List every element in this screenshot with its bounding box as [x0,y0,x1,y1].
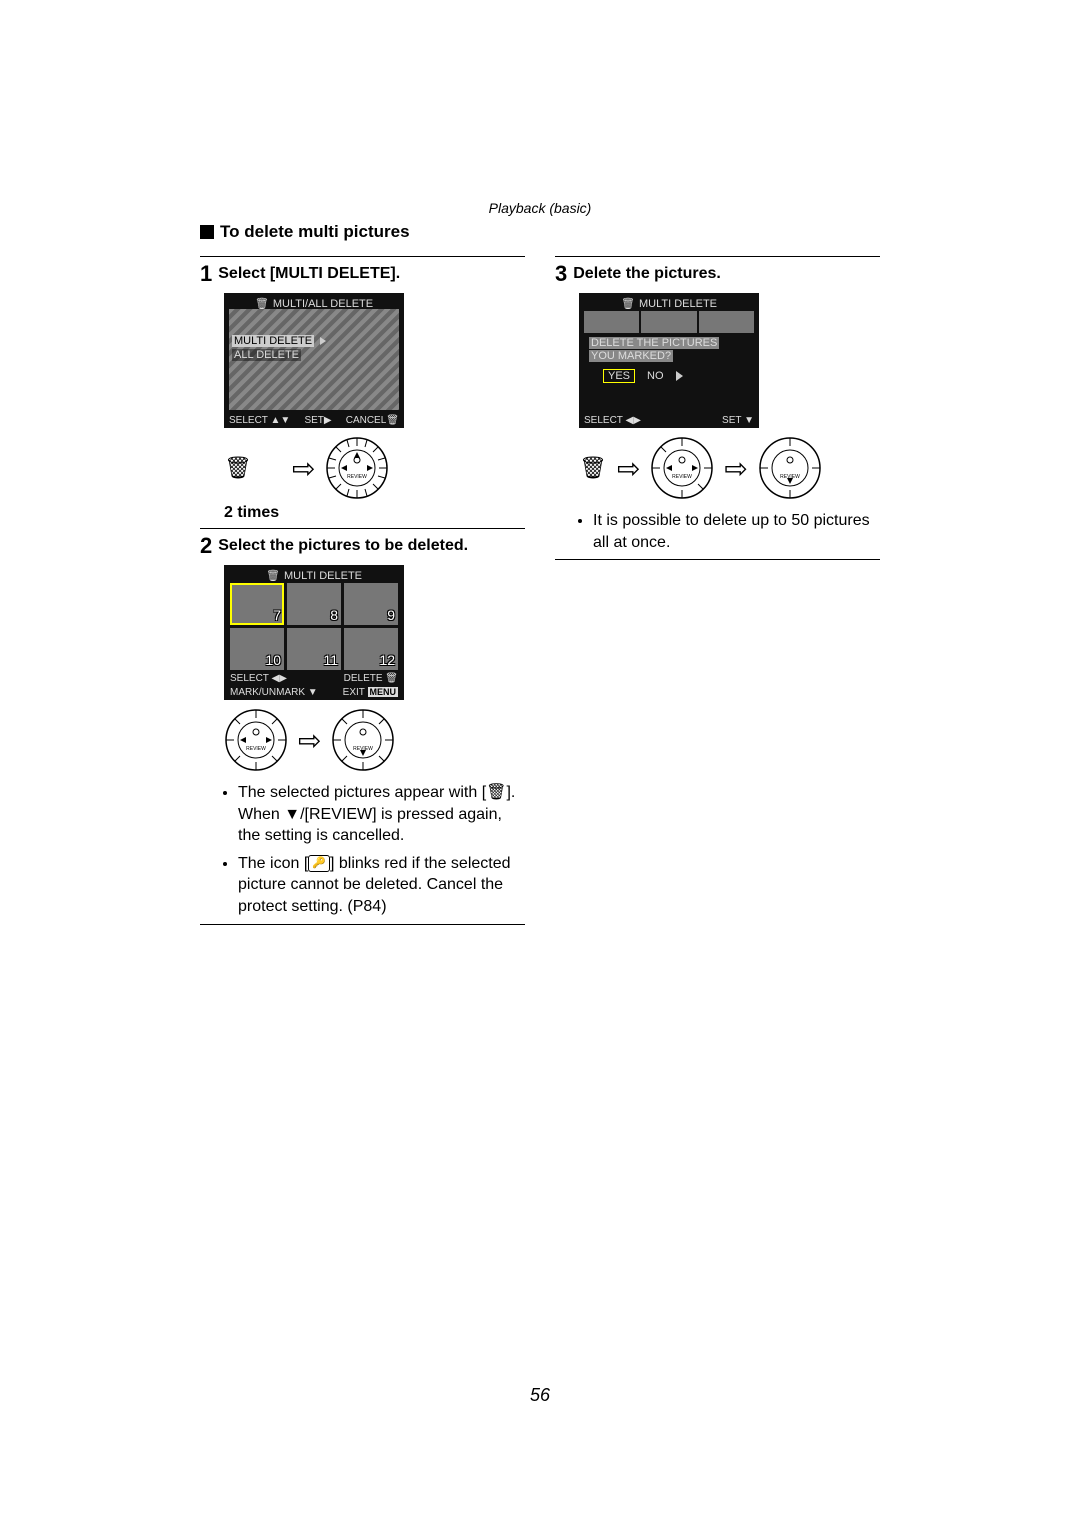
step-1-header: 1 Select [MULTI DELETE]. [200,263,525,285]
thumbnail: 11 [287,628,341,670]
step-2-header: 2 Select the pictures to be deleted. [200,535,525,557]
svg-text:REVIEW: REVIEW [673,474,693,480]
trash-icon: 🗑 [486,782,506,804]
review-label: REVIEW [348,474,368,480]
left-column: 1 Select [MULTI DELETE]. 🗑 MULTI/ALL DEL… [200,250,525,931]
thumbnail: 8 [287,583,341,625]
control-dial: REVIEW [224,708,288,772]
updown-icon: ▲▼ [268,415,291,426]
step-title: Select [MULTI DELETE]. [218,263,400,283]
divider [200,924,525,925]
divider [200,528,525,529]
chapter-label: Playback (basic) [200,200,880,216]
divider [555,559,880,560]
thumbnail: 9 [344,583,398,625]
lcd3-title: 🗑 MULTI DELETE [584,297,754,310]
svg-text:REVIEW: REVIEW [246,746,266,752]
down-icon: ▼ [744,415,754,426]
step3-notes: It is possible to delete up to 50 pictur… [579,510,880,553]
lcd2-title: 🗑 MULTI DELETE [229,569,399,582]
lcd3-message: DELETE THE PICTURES YOU MARKED? [589,337,719,363]
heading-text: To delete multi pictures [220,222,410,242]
arrow-right-icon: ⇨ [292,452,315,485]
step2-controls: REVIEW ⇨ [224,708,525,772]
menu-badge: MENU [368,687,399,697]
down-icon: ▼ [308,687,318,698]
lcd3-thumb-strip [584,311,754,333]
note-item: It is possible to delete up to 50 pictur… [593,510,880,553]
step-title: Delete the pictures. [573,263,721,283]
leftright-icon: ◀▶ [272,673,287,684]
step-3-header: 3 Delete the pictures. [555,263,880,285]
lcd2-footer-row2: MARK/UNMARK ▼ EXIT MENU [230,687,398,698]
trash-icon: 🗑 [224,457,252,479]
two-times-label: 2 times [224,504,525,522]
no-option: NO [647,370,664,382]
note-item: The selected pictures appear with [🗑]. W… [238,782,525,847]
lcd1-footer: SELECT ▲▼ SET▶ CANCEL🗑 [229,415,399,426]
trash-icon: 🗑 [266,569,280,582]
svg-text:REVIEW: REVIEW [354,746,374,752]
control-dial: REVIEW [758,436,822,500]
lcd1-option-multi: MULTI DELETE [232,335,314,347]
lcd-screen-3: 🗑 MULTI DELETE DELETE THE PICTURES YOU M… [579,293,759,428]
control-dial: REVIEW [331,708,395,772]
page-number: 56 [0,1385,1080,1406]
lcd1-option-all: ALL DELETE [232,349,301,361]
thumbnail: 12 [344,628,398,670]
trash-icon: 🗑 [579,457,607,479]
control-dial: REVIEW [325,436,389,500]
divider [200,256,525,257]
thumbnail: 7 [230,583,284,625]
step-title: Select the pictures to be deleted. [218,535,468,555]
divider [555,256,880,257]
note-item: The icon [🔑] blinks red if the selected … [238,853,525,918]
svg-text:REVIEW: REVIEW [780,474,800,480]
trash-icon: 🗑 [386,415,399,426]
arrow-right-icon: ⇨ [298,724,321,757]
lcd-screen-2: 🗑 MULTI DELETE 🗑 7 8 9 10 11 12 SELECT ◀… [224,565,404,700]
lcd3-footer: SELECT ◀▶ SET ▼ [584,415,754,426]
step2-notes: The selected pictures appear with [🗑]. W… [224,782,525,918]
yes-option: YES [603,369,635,383]
lcd2-footer-row1: SELECT ◀▶ DELETE 🗑 [230,673,398,684]
right-column: 3 Delete the pictures. 🗑 MULTI DELETE DE… [555,250,880,931]
lcd-screen-1: 🗑 MULTI/ALL DELETE MULTI DELETE ALL DELE… [224,293,404,428]
leftright-icon: ◀▶ [626,415,641,426]
section-heading: To delete multi pictures [200,222,880,242]
trash-icon: 🗑 [385,673,398,684]
right-icon: ▶ [324,415,332,426]
step-number: 1 [200,263,212,285]
step-number: 3 [555,263,567,285]
trash-icon: 🗑 [621,297,635,310]
arrow-right-icon: ⇨ [724,452,747,485]
thumbnail: 10 [230,628,284,670]
step1-controls: 🗑 ⇨ [224,436,525,500]
heading-bullet [200,225,214,239]
lcd2-thumbnails: 7 8 9 10 11 12 [230,583,398,670]
step3-controls: 🗑 ⇨ REVIEW [579,436,880,500]
protect-icon: 🔑 [308,855,330,872]
right-triangle-icon [676,371,683,381]
arrow-right-icon: ⇨ [617,452,640,485]
step-number: 2 [200,535,212,557]
control-dial: REVIEW [650,436,714,500]
lcd3-yesno: YES NO [603,369,683,383]
manual-page: Playback (basic) To delete multi picture… [0,0,1080,1526]
